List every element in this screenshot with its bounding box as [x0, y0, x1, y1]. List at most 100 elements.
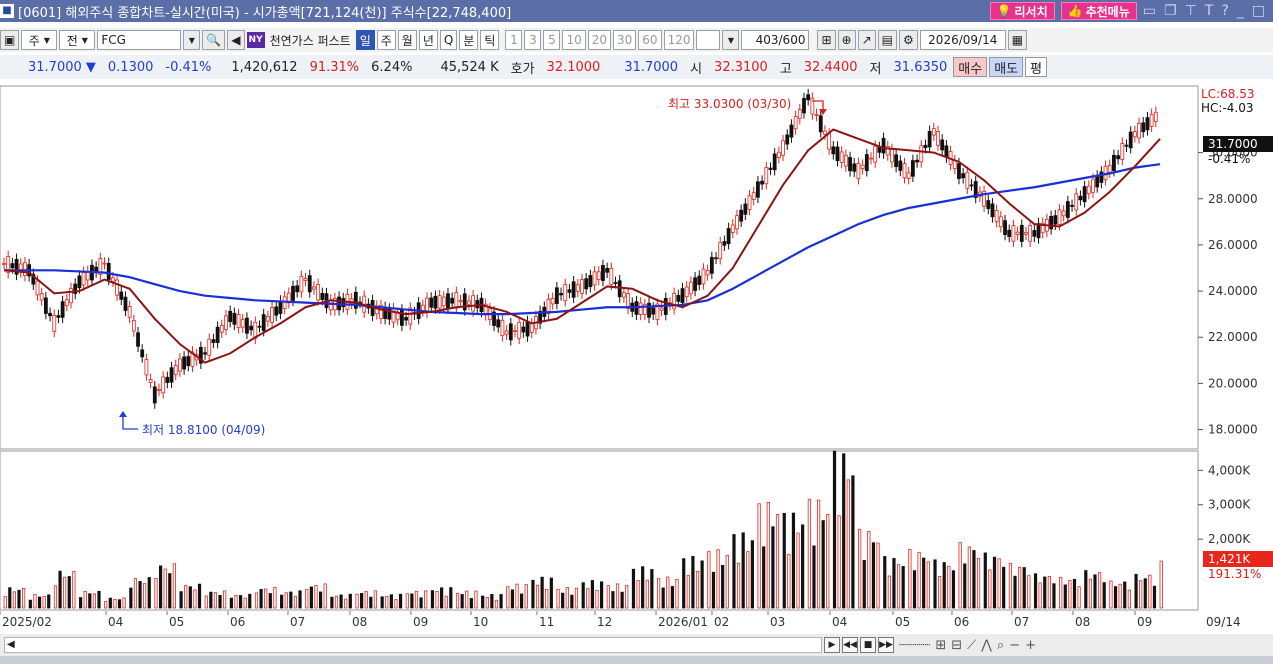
compare-icon[interactable]: ⊞	[817, 30, 836, 50]
minute-5[interactable]: 5	[543, 30, 561, 50]
volume-bar	[670, 586, 674, 609]
candle-body	[521, 326, 526, 333]
search-button[interactable]: 🔍	[202, 30, 226, 50]
price-volume-chart[interactable]: 30.000028.000026.000024.000022.000020.00…	[0, 84, 1273, 632]
date-label: 07	[1014, 615, 1029, 629]
custom-minute-input[interactable]	[696, 30, 721, 50]
candle-body	[617, 280, 622, 298]
minute-20[interactable]: 20	[587, 30, 611, 50]
prev-select[interactable]: 전 ▼	[59, 30, 96, 50]
volume-bar	[455, 592, 460, 609]
date-input[interactable]: 2026/09/14	[919, 30, 1006, 50]
chart-area[interactable]: 30.0000 28.0000 26.0000 24.0000 22.0000 20.00…	[0, 84, 1273, 632]
minute-3[interactable]: 3	[524, 30, 542, 50]
trend-line-icon[interactable]: ⟋	[967, 638, 976, 653]
candle-body	[48, 312, 52, 317]
period-minute[interactable]: 분	[459, 30, 479, 50]
research-button[interactable]: 💡 리서치	[989, 2, 1055, 20]
volume-bar	[1077, 586, 1081, 609]
rewind-button[interactable]: ◀◀	[842, 637, 858, 653]
candle-body	[638, 302, 643, 315]
restore-icon[interactable]: ▭	[1143, 3, 1156, 19]
fibonacci-icon[interactable]: ⋀	[981, 638, 992, 653]
candle-body	[864, 154, 869, 172]
candle-body	[785, 134, 790, 145]
minute-60[interactable]: 60	[638, 30, 662, 50]
candle-body	[1015, 231, 1020, 235]
volume-bar	[691, 556, 695, 609]
zoom-in-icon[interactable]: ⌕	[997, 638, 1004, 653]
save-icon[interactable]: ▤	[877, 30, 897, 50]
volume-bar	[485, 597, 489, 609]
candle-body	[701, 268, 706, 285]
volume-bar	[254, 592, 259, 609]
volume-bar	[711, 571, 716, 609]
candle-body	[852, 163, 857, 172]
candle-body	[1086, 185, 1091, 195]
indicator-icon[interactable]: ⊕	[837, 30, 856, 50]
date-label: 09	[413, 615, 428, 629]
volume-bar	[837, 515, 841, 609]
candle-body	[131, 320, 136, 332]
scroll-right-button[interactable]: ▶	[824, 637, 840, 653]
eval-button[interactable]: 평	[1025, 57, 1048, 77]
font-icon[interactable]: T	[1205, 3, 1214, 19]
period-tick[interactable]: 틱	[480, 30, 500, 50]
plus-icon[interactable]: +	[1025, 638, 1036, 653]
copy-window-icon[interactable]: ❐	[1164, 3, 1177, 19]
minute-1[interactable]: 1	[505, 30, 523, 50]
buy-button[interactable]: 매수	[953, 57, 988, 77]
volume-bar	[570, 594, 574, 609]
volume-bar	[656, 578, 661, 609]
maximize-icon[interactable]: □	[1252, 3, 1265, 19]
volume-bar	[901, 566, 905, 609]
candle-body	[52, 314, 57, 332]
trend-icon[interactable]: ↗	[857, 30, 876, 50]
overlay-icon[interactable]: ⊟	[951, 638, 962, 653]
candle-body	[274, 306, 279, 316]
stop-button[interactable]: ■	[860, 637, 876, 653]
app-icon: ■	[0, 4, 14, 18]
sell-button[interactable]: 매도	[989, 57, 1024, 77]
recommend-menu-button[interactable]: 👍 추천메뉴	[1060, 2, 1137, 20]
volume-bar	[716, 549, 720, 609]
symbol-input[interactable]: FCG	[97, 30, 182, 50]
type-select[interactable]: 주 ▼	[21, 30, 58, 50]
candle-body	[718, 242, 723, 260]
type-select-value: 주	[28, 33, 40, 48]
period-quarter[interactable]: Q	[439, 30, 458, 50]
count-input[interactable]: 403 /600	[741, 30, 810, 50]
minute-10[interactable]: 10	[562, 30, 586, 50]
chart-scrollbar[interactable]: ◀	[4, 637, 822, 653]
scroll-left-icon[interactable]: ◀	[7, 639, 15, 650]
ruler-icon[interactable]: ┈┈┈┈	[899, 638, 930, 653]
volume-bar	[234, 595, 238, 609]
layout-icon[interactable]: ▣	[0, 30, 20, 50]
candle-body	[693, 277, 697, 291]
minute-120[interactable]: 120	[663, 30, 695, 50]
forward-button[interactable]: ▶▶	[878, 637, 894, 653]
period-year[interactable]: 년	[418, 30, 438, 50]
pin-icon[interactable]: ⊤	[1185, 3, 1197, 19]
candle-body	[651, 307, 656, 315]
candle-body	[127, 306, 132, 318]
period-day[interactable]: 일	[355, 30, 375, 50]
volume-bar	[926, 561, 930, 609]
symbol-dropdown-button[interactable]: ▼	[183, 30, 201, 50]
minimize-icon[interactable]: _	[1237, 3, 1244, 19]
chevron-down-icon: ▼	[43, 35, 50, 45]
period-month[interactable]: 월	[397, 30, 417, 50]
candle-body	[877, 147, 882, 153]
period-week[interactable]: 주	[376, 30, 396, 50]
custom-dropdown-button[interactable]: ▼	[722, 30, 740, 50]
calendar-icon[interactable]: ▦	[1007, 30, 1028, 50]
volume-bar	[757, 503, 761, 609]
candle-body	[1032, 230, 1037, 237]
split-view-icon[interactable]: ⊞	[935, 638, 946, 653]
minute-30[interactable]: 30	[613, 30, 637, 50]
candle-body	[739, 209, 744, 222]
help-icon[interactable]: ?	[1221, 3, 1228, 19]
settings-gear-icon[interactable]: ⚙	[899, 30, 918, 50]
minus-icon[interactable]: −	[1009, 638, 1020, 653]
sound-button[interactable]: ◀	[227, 30, 245, 50]
